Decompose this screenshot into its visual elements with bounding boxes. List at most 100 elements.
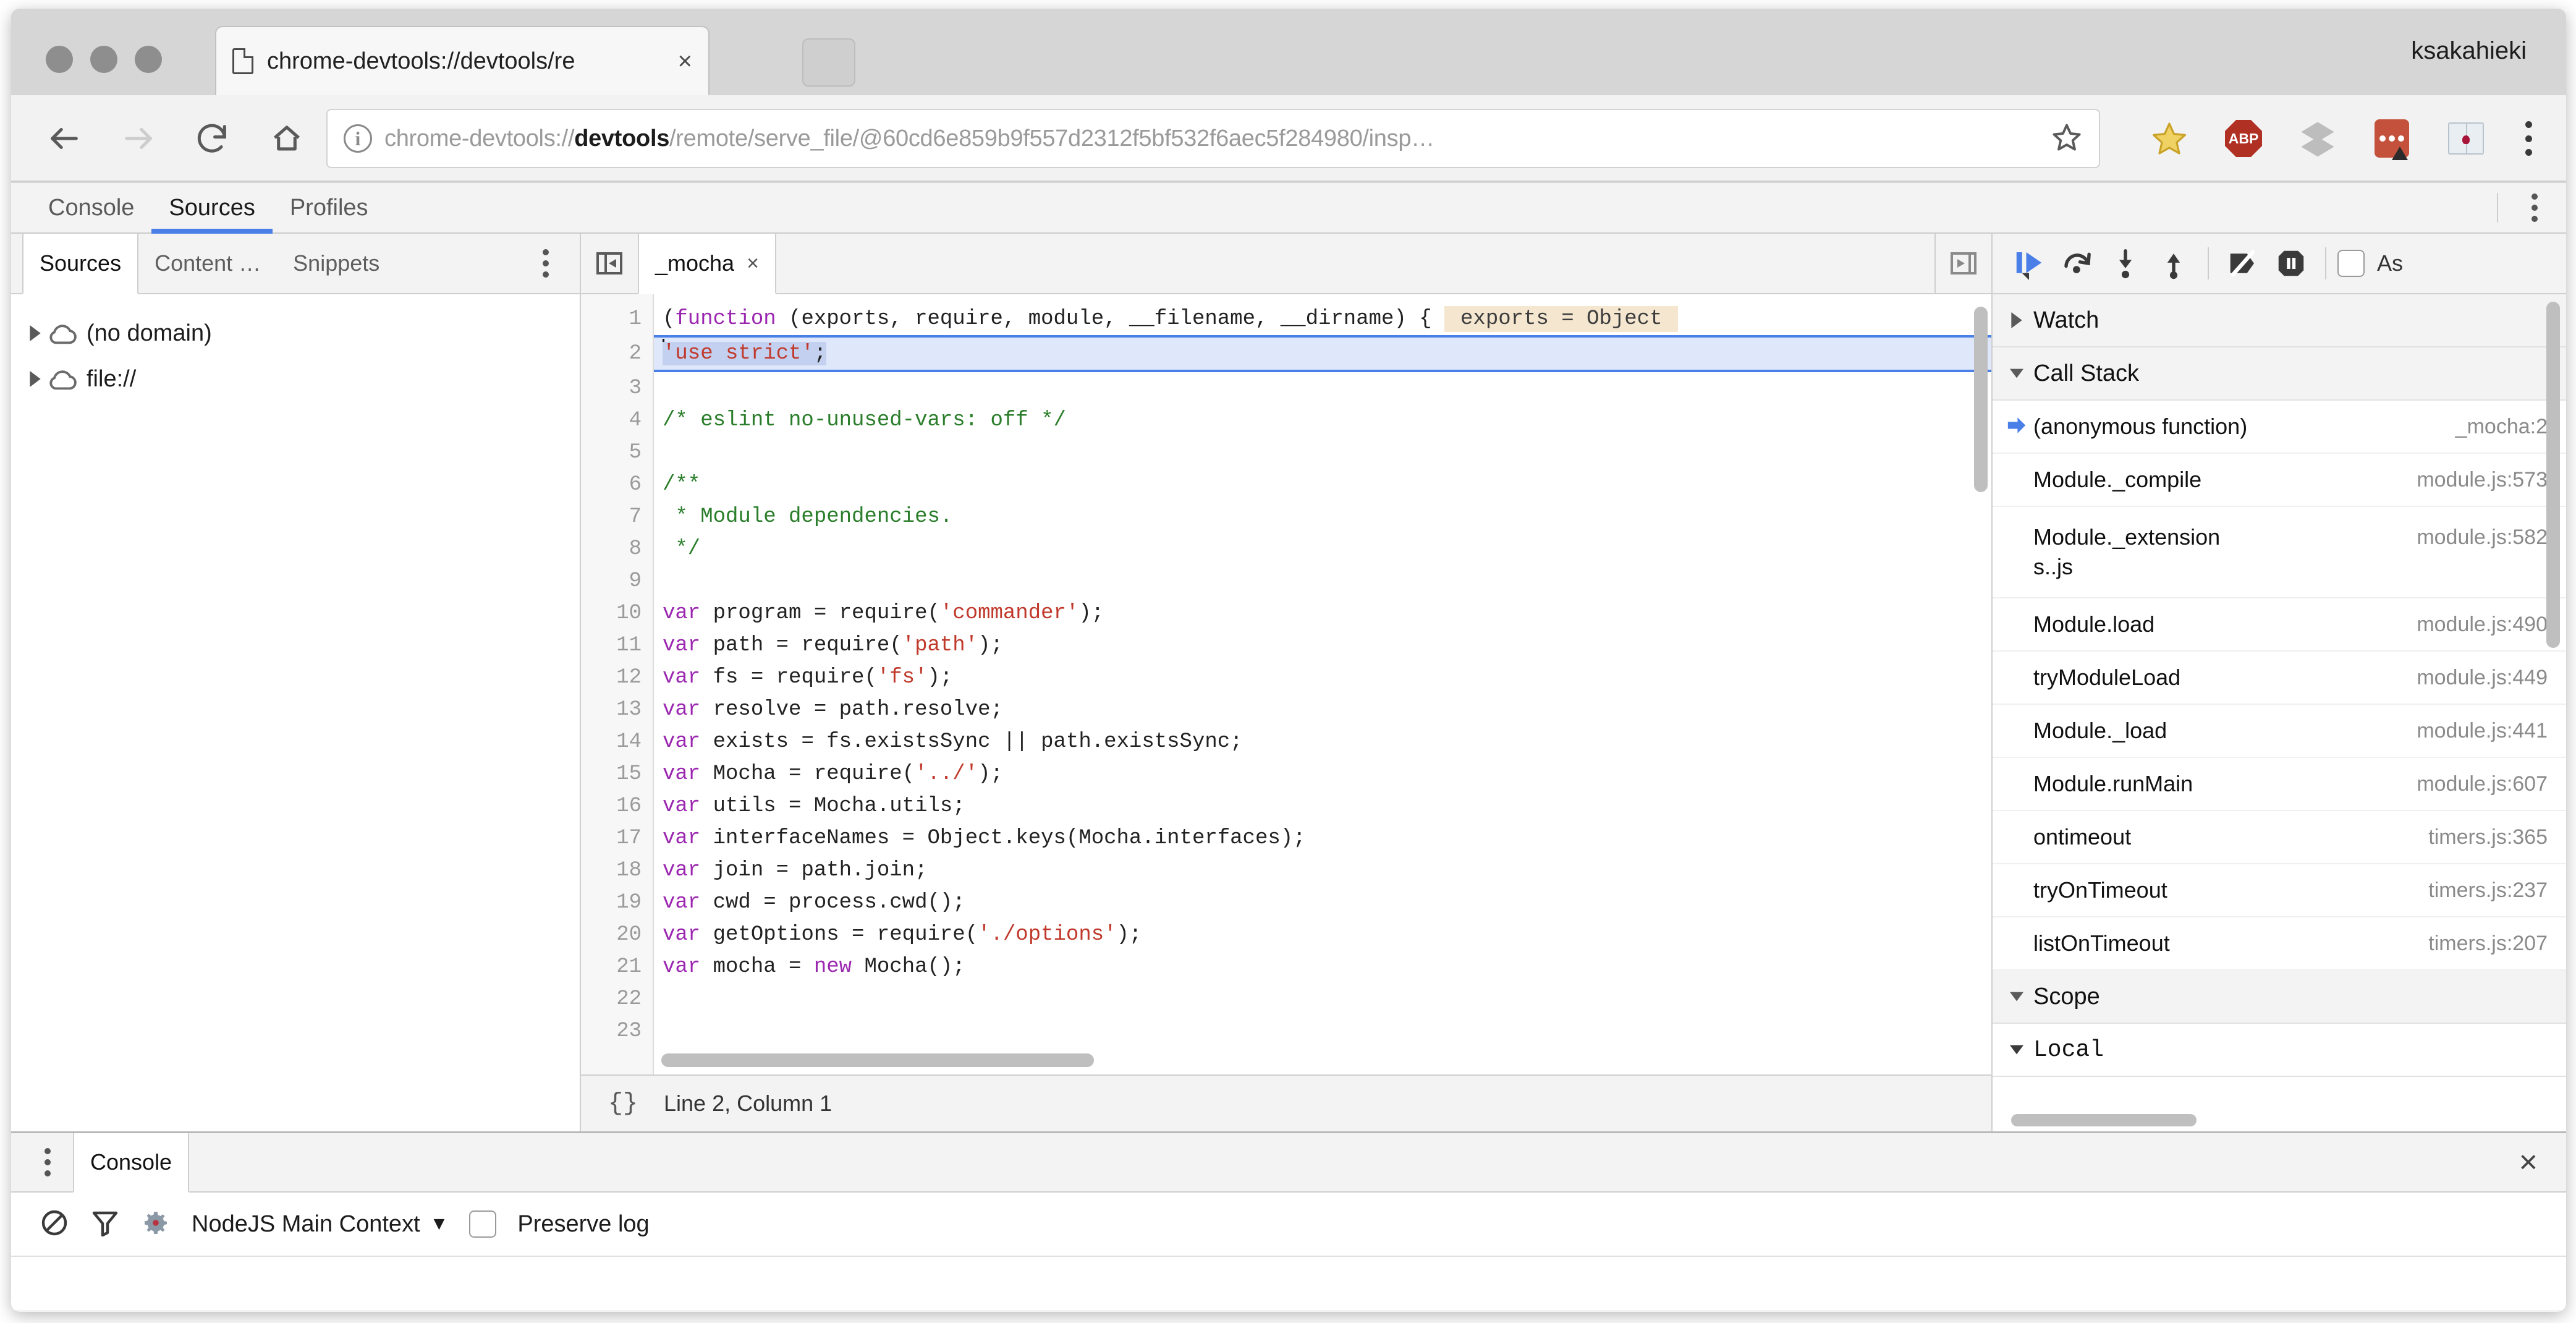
panel-collapse-left-icon[interactable] bbox=[581, 234, 638, 293]
line-number[interactable]: 7 bbox=[581, 501, 653, 533]
code-line[interactable]: /** bbox=[654, 469, 1991, 501]
code-line[interactable]: var path = require('path'); bbox=[654, 629, 1991, 662]
user-profile-label[interactable]: ksakahieki bbox=[2411, 37, 2527, 65]
section-scope[interactable]: Scope bbox=[1993, 971, 2566, 1024]
tree-item-no-domain[interactable]: (no domain) bbox=[11, 310, 580, 356]
panel-expand-right-icon[interactable] bbox=[1934, 234, 1991, 293]
section-watch[interactable]: Watch bbox=[1993, 294, 2566, 347]
tab-profiles[interactable]: Profiles bbox=[273, 183, 386, 232]
navigator-menu-icon[interactable] bbox=[530, 244, 561, 283]
chevron-right-icon[interactable] bbox=[23, 325, 47, 341]
step-over-icon[interactable] bbox=[2054, 240, 2100, 286]
window-close-button[interactable] bbox=[46, 46, 73, 73]
code-line[interactable]: var resolve = path.resolve; bbox=[654, 694, 1991, 726]
chevron-right-icon[interactable] bbox=[2006, 312, 2027, 328]
pretty-print-icon[interactable]: {} bbox=[608, 1090, 638, 1118]
call-stack-frame[interactable]: Module._compile module.js:573 bbox=[1993, 454, 2566, 507]
reload-icon[interactable] bbox=[192, 117, 234, 160]
code-line[interactable]: var getOptions = require('./options'); bbox=[654, 919, 1991, 951]
chevron-down-icon[interactable] bbox=[2006, 365, 2027, 381]
drawer-tab-console[interactable]: Console bbox=[73, 1133, 190, 1193]
frame-source-location[interactable]: module.js:490 bbox=[2417, 613, 2548, 637]
line-number[interactable]: 17 bbox=[581, 822, 653, 854]
execution-context-label[interactable]: NodeJS Main Context bbox=[192, 1211, 420, 1238]
chevron-down-icon[interactable] bbox=[2006, 1042, 2027, 1058]
browser-tab[interactable]: chrome-devtools://devtools/re × bbox=[215, 26, 710, 95]
pause-on-exceptions-icon[interactable] bbox=[2268, 240, 2314, 286]
section-local[interactable]: Local bbox=[1993, 1024, 2566, 1077]
line-number[interactable]: 2 bbox=[581, 335, 653, 372]
line-number[interactable]: 4 bbox=[581, 404, 653, 436]
resume-icon[interactable] bbox=[2006, 240, 2052, 286]
bookmark-star-extension-icon[interactable] bbox=[2150, 119, 2189, 158]
site-info-icon[interactable]: i bbox=[344, 124, 372, 153]
navigator-tab-snippets[interactable]: Snippets bbox=[277, 234, 396, 293]
code-line[interactable]: var utils = Mocha.utils; bbox=[654, 790, 1991, 822]
chevron-down-icon[interactable] bbox=[2006, 989, 2027, 1005]
line-number[interactable]: 9 bbox=[581, 565, 653, 597]
frame-source-location[interactable]: timers.js:365 bbox=[2428, 825, 2548, 849]
debugger-vertical-scrollbar[interactable] bbox=[2546, 302, 2560, 648]
section-call-stack[interactable]: Call Stack bbox=[1993, 347, 2566, 401]
line-number[interactable]: 22 bbox=[581, 983, 653, 1015]
code-line[interactable]: 'use strict'; bbox=[654, 335, 1991, 372]
call-stack-frame[interactable]: tryOnTimeout timers.js:237 bbox=[1993, 864, 2566, 917]
preserve-log-checkbox[interactable] bbox=[469, 1210, 497, 1238]
code-line[interactable]: */ bbox=[654, 533, 1991, 565]
step-into-icon[interactable] bbox=[2103, 240, 2148, 286]
code-line[interactable]: var fs = require('fs'); bbox=[654, 662, 1991, 694]
password-manager-extension-icon[interactable] bbox=[2372, 119, 2412, 160]
code-line[interactable]: var mocha = new Mocha(); bbox=[654, 951, 1991, 983]
line-number[interactable]: 14 bbox=[581, 726, 653, 758]
line-number[interactable]: 10 bbox=[581, 597, 653, 629]
new-tab-button[interactable] bbox=[802, 38, 855, 87]
code-content[interactable]: (function (exports, require, module, __f… bbox=[654, 294, 1991, 1074]
code-line[interactable]: var Mocha = require('../'); bbox=[654, 758, 1991, 790]
frame-source-location[interactable]: module.js:582 bbox=[2417, 525, 2548, 550]
clear-console-icon[interactable] bbox=[40, 1208, 69, 1241]
drawer-menu-icon[interactable] bbox=[32, 1143, 63, 1181]
navigator-tab-sources[interactable]: Sources bbox=[22, 234, 139, 294]
code-line[interactable]: var program = require('commander'); bbox=[654, 597, 1991, 629]
call-stack-frame[interactable]: Module._extension module.js:582 s..js bbox=[1993, 507, 2566, 598]
chevron-down-icon[interactable]: ▼ bbox=[430, 1214, 449, 1235]
frame-source-location[interactable]: _mocha:2 bbox=[2455, 415, 2548, 439]
debugger-horizontal-scrollbar[interactable] bbox=[2011, 1114, 2197, 1126]
code-line[interactable]: * Module dependencies. bbox=[654, 501, 1991, 533]
line-number[interactable]: 8 bbox=[581, 533, 653, 565]
frame-source-location[interactable]: module.js:607 bbox=[2417, 772, 2548, 796]
adblock-plus-icon[interactable]: ABP bbox=[2224, 119, 2263, 158]
code-line[interactable]: var join = path.join; bbox=[654, 854, 1991, 887]
code-line[interactable] bbox=[654, 372, 1991, 404]
close-icon[interactable]: × bbox=[747, 252, 759, 276]
window-zoom-button[interactable] bbox=[135, 46, 162, 73]
address-bar[interactable]: i chrome-devtools://devtools/remote/serv… bbox=[326, 109, 2100, 168]
dictionary-book-extension-icon[interactable] bbox=[2446, 119, 2486, 158]
tab-sources[interactable]: Sources bbox=[151, 183, 273, 234]
async-checkbox[interactable] bbox=[2337, 250, 2365, 277]
line-number[interactable]: 3 bbox=[581, 372, 653, 404]
line-number[interactable]: 12 bbox=[581, 662, 653, 694]
line-number[interactable]: 5 bbox=[581, 436, 653, 469]
code-line[interactable] bbox=[654, 983, 1991, 1015]
home-icon[interactable] bbox=[266, 117, 308, 160]
close-icon[interactable]: × bbox=[678, 49, 692, 74]
code-line[interactable]: var exists = fs.existsSync || path.exist… bbox=[654, 726, 1991, 758]
layers-extension-icon[interactable] bbox=[2298, 119, 2337, 158]
window-minimize-button[interactable] bbox=[90, 46, 117, 73]
filter-icon[interactable] bbox=[90, 1208, 120, 1241]
line-number[interactable]: 11 bbox=[581, 629, 653, 662]
code-line[interactable]: var cwd = process.cwd(); bbox=[654, 887, 1991, 919]
line-number[interactable]: 18 bbox=[581, 854, 653, 887]
frame-source-location[interactable]: timers.js:237 bbox=[2428, 878, 2548, 903]
code-line[interactable] bbox=[654, 1015, 1991, 1047]
call-stack-frame[interactable]: Module._load module.js:441 bbox=[1993, 705, 2566, 758]
code-line[interactable] bbox=[654, 565, 1991, 597]
chevron-right-icon[interactable] bbox=[23, 371, 47, 387]
call-stack-frame[interactable]: ontimeout timers.js:365 bbox=[1993, 811, 2566, 864]
back-arrow-icon[interactable] bbox=[43, 117, 85, 160]
frame-source-location[interactable]: module.js:573 bbox=[2417, 468, 2548, 492]
line-number[interactable]: 6 bbox=[581, 469, 653, 501]
line-number[interactable]: 20 bbox=[581, 919, 653, 951]
console-output[interactable] bbox=[11, 1257, 2566, 1310]
